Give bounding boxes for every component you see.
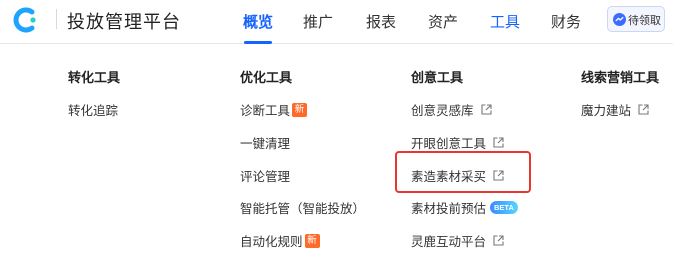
external-link-icon [638, 104, 649, 115]
menu-item-label: 灵鹿互动平台 [411, 235, 487, 249]
nav-reports[interactable]: 报表 [366, 11, 396, 32]
pending-claim-button[interactable]: 待领取 [607, 6, 665, 32]
menu-item-label: 自动化规则 [240, 235, 303, 249]
message-icon [613, 13, 626, 26]
nav-promotion[interactable]: 推广 [303, 11, 333, 32]
menu-item-label: 智能托管（智能投放） [240, 202, 366, 216]
brand-logo-icon[interactable] [12, 6, 40, 34]
menu-item-conversion-tracking[interactable]: 转化追踪 [68, 100, 118, 119]
external-link-icon [480, 104, 492, 115]
menu-item-linglu-interactive[interactable]: 灵鹿互动平台 [411, 231, 504, 250]
active-nav-indicator [244, 41, 272, 44]
menu-item-label: 一键清理 [240, 137, 291, 151]
beta-badge: BETA [490, 201, 518, 214]
menu-item-smart-hosting[interactable]: 智能托管（智能投放） [240, 198, 365, 217]
nav-tools[interactable]: 工具 [490, 11, 520, 32]
menu-item-label: 转化追踪 [68, 104, 119, 118]
nav-assets[interactable]: 资产 [428, 11, 458, 32]
menu-item-magic-site-builder[interactable]: 魔力建站 [581, 100, 649, 119]
menu-heading-creative-tools: 创意工具 [411, 70, 464, 85]
external-link-icon [493, 235, 504, 246]
menu-item-creative-inspiration[interactable]: 创意灵感库 [411, 100, 492, 119]
menu-item-label: 开眼创意工具 [411, 137, 487, 151]
menu-heading-lead-marketing-tools: 线索营销工具 [581, 70, 660, 85]
new-badge: 新 [304, 233, 320, 248]
menu-item-one-click-cleanup[interactable]: 一键清理 [240, 133, 290, 152]
menu-item-label: 诊断工具 [240, 104, 291, 118]
nav-finance[interactable]: 财务 [551, 11, 581, 32]
top-header: 投放管理平台 概览 推广 报表 资产 工具 财务 待领取 [0, 0, 673, 44]
menu-item-kaiyan-creative-tool[interactable]: 开眼创意工具 [411, 133, 504, 152]
menu-item-comment-management[interactable]: 评论管理 [240, 166, 290, 185]
page-title: 投放管理平台 [67, 12, 181, 32]
menu-item-label: 创意灵感库 [411, 104, 474, 118]
nav-overview[interactable]: 概览 [243, 11, 273, 32]
menu-item-label: 评论管理 [240, 170, 291, 184]
menu-heading-conversion-tools: 转化工具 [68, 70, 121, 85]
menu-item-diagnosis-tool[interactable]: 诊断工具 新 [240, 100, 308, 119]
highlight-box [395, 151, 531, 193]
external-link-icon [493, 137, 504, 148]
menu-item-automation-rules[interactable]: 自动化规则 新 [240, 231, 320, 250]
pending-claim-label: 待领取 [628, 15, 661, 27]
menu-item-label: 魔力建站 [581, 104, 632, 118]
new-badge: 新 [292, 102, 308, 117]
menu-heading-optimization-tools: 优化工具 [240, 70, 293, 85]
menu-item-material-pre-estimate[interactable]: 素材投前预估 BETA [411, 198, 518, 217]
header-divider [56, 9, 57, 29]
menu-item-label: 素材投前预估 [411, 202, 487, 216]
